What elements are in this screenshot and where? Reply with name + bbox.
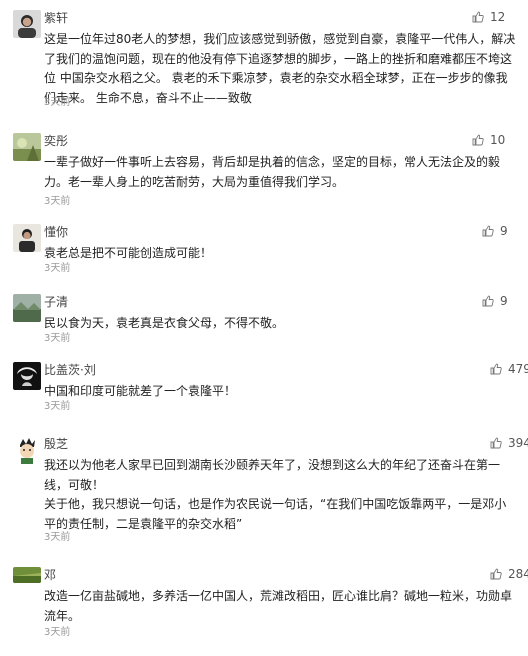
like-count: 9 bbox=[500, 224, 508, 238]
comment-text: 我还以为他老人家早已回到湖南长沙颐养天年了，没想到这么大的年纪了还奋斗在第一线，… bbox=[44, 456, 516, 534]
comment-paragraph: 中国和印度可能就差了一个袁隆平！ bbox=[44, 384, 237, 398]
comment-text: 袁老总是把不可能创造成可能！ bbox=[44, 244, 516, 264]
thumbs-up-icon bbox=[482, 295, 494, 307]
thumbs-up-icon bbox=[490, 568, 502, 580]
like-count: 394 bbox=[508, 436, 528, 450]
like-count: 12 bbox=[490, 10, 506, 24]
comment-time: 3天前 bbox=[44, 532, 71, 543]
like-button[interactable]: 284 bbox=[490, 565, 528, 583]
scenery-avatar[interactable] bbox=[13, 133, 41, 161]
like-count: 9 bbox=[500, 294, 508, 308]
comment-text: 一辈子做好一件事听上去容易，背后却是执着的信念，坚定的目标，常人无法企及的毅力。… bbox=[44, 153, 516, 192]
comment-username[interactable]: 子清 bbox=[44, 294, 68, 310]
comment-paragraph: 这是一位年过80老人的梦想，我们应该感觉到骄傲，感觉到自豪，袁隆平一代伟人，解决… bbox=[44, 32, 516, 105]
comment-time: 3天前 bbox=[44, 263, 71, 274]
comment-time: 3天前 bbox=[44, 97, 71, 108]
comment-time: 3天前 bbox=[44, 333, 71, 344]
like-button[interactable]: 10 bbox=[472, 131, 505, 149]
rice-field-avatar[interactable] bbox=[13, 567, 41, 583]
comment-username[interactable]: 懂你 bbox=[44, 224, 68, 240]
thumbs-up-icon bbox=[482, 225, 494, 237]
like-button[interactable]: 394 bbox=[490, 434, 528, 452]
like-count: 10 bbox=[490, 133, 506, 147]
thumbs-up-icon bbox=[490, 363, 502, 375]
comment-text: 改造一亿亩盐碱地，多养活一亿中国人，荒滩改稻田，匠心谁比肩？碱地一粒米，功勋卓流… bbox=[44, 587, 516, 626]
comment-text: 这是一位年过80老人的梦想，我们应该感觉到骄傲，感觉到自豪，袁隆平一代伟人，解决… bbox=[44, 30, 516, 108]
like-button[interactable]: 479 bbox=[490, 360, 528, 378]
comment-username[interactable]: 紫轩 bbox=[44, 10, 68, 26]
che-portrait-avatar[interactable] bbox=[13, 362, 41, 390]
man-portrait-avatar[interactable] bbox=[13, 10, 41, 38]
landscape-avatar[interactable] bbox=[13, 294, 41, 322]
thumbs-up-icon bbox=[472, 134, 484, 146]
comment-paragraph: 袁老总是把不可能创造成可能！ bbox=[44, 246, 213, 260]
cartoon-avatar[interactable] bbox=[13, 436, 41, 464]
comment-text: 民以食为天，袁老真是衣食父母，不得不敬。 bbox=[44, 314, 516, 334]
like-button[interactable]: 9 bbox=[482, 222, 508, 240]
comment-username[interactable]: 比盖茨·刘 bbox=[44, 362, 96, 378]
comment-text: 中国和印度可能就差了一个袁隆平！ bbox=[44, 382, 516, 402]
comment-time: 3天前 bbox=[44, 196, 71, 207]
comment-time: 3天前 bbox=[44, 627, 71, 638]
person-avatar[interactable] bbox=[13, 224, 41, 252]
like-button[interactable]: 9 bbox=[482, 292, 508, 310]
comment-paragraph: 关于他，我只想说一句话，也是作为农民说一句话，“在我们中国吃饭靠两平，一是邓小平… bbox=[44, 497, 507, 531]
comment-time: 3天前 bbox=[44, 401, 71, 412]
thumbs-up-icon bbox=[490, 437, 502, 449]
like-button[interactable]: 12 bbox=[472, 8, 505, 26]
comment-paragraph: 改造一亿亩盐碱地，多养活一亿中国人，荒滩改稻田，匠心谁比肩？碱地一粒米，功勋卓流… bbox=[44, 589, 513, 623]
like-count: 479 bbox=[508, 362, 528, 376]
comment-username[interactable]: 殷芝 bbox=[44, 436, 68, 452]
comment-paragraph: 一辈子做好一件事听上去容易，背后却是执着的信念，坚定的目标，常人无法企及的毅力。… bbox=[44, 155, 501, 189]
comment-paragraph: 我还以为他老人家早已回到湖南长沙颐养天年了，没想到这么大的年纪了还奋斗在第一线，… bbox=[44, 458, 501, 492]
like-count: 284 bbox=[508, 567, 528, 581]
thumbs-up-icon bbox=[472, 11, 484, 23]
comment-username[interactable]: 邓 bbox=[44, 567, 56, 583]
comment-paragraph: 民以食为天，袁老真是衣食父母，不得不敬。 bbox=[44, 316, 285, 330]
comment-username[interactable]: 奕彤 bbox=[44, 133, 68, 149]
